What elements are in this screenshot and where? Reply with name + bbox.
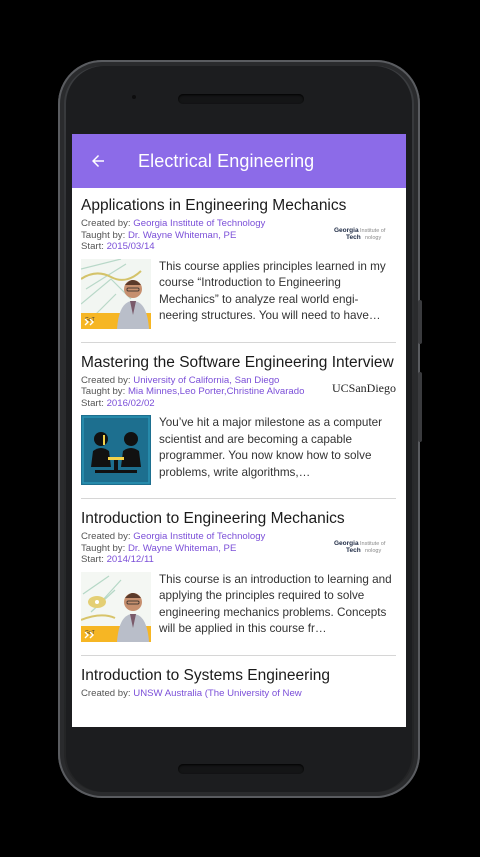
arrow-back-icon [92, 155, 104, 167]
app-bar: Electrical Engineering [72, 134, 406, 188]
course-card[interactable]: Introduction to Systems Engineering Crea… [81, 656, 396, 713]
georgia-tech-logo: Georgia Institute of Tech nology [334, 227, 386, 241]
course-card[interactable]: Applications in Engineering Mechanics Cr… [81, 188, 396, 343]
course-description: This course is an introduction to learni… [159, 572, 392, 636]
created-by-value[interactable]: Georgia Institute of Technology [133, 531, 265, 542]
created-by-value[interactable]: University of California, San Diego [133, 375, 279, 386]
start-date-line: Start: 2015/03/14 [81, 241, 155, 252]
course-description: You’ve hit a major milestone as a comput… [159, 416, 383, 479]
app-screen: Electrical Engineering Applications in E… [72, 134, 406, 727]
svg-text:nology: nology [365, 235, 381, 241]
svg-text:Tech: Tech [346, 547, 361, 554]
taught-by-value[interactable]: Dr. Wayne Whiteman, PE [128, 543, 236, 554]
course-thumbnail[interactable]: GaT [81, 571, 151, 642]
course-title[interactable]: Applications in Engineering Mechanics [81, 196, 396, 216]
power-button[interactable] [418, 300, 422, 344]
earpiece-speaker [178, 94, 304, 104]
georgia-tech-logo: Georgia Institute of Tech nology [334, 540, 386, 554]
created-by-value[interactable]: Georgia Institute of Technology [133, 218, 265, 229]
course-card[interactable]: Mastering the Software Engineering Inter… [81, 343, 396, 499]
taught-by-value[interactable]: Mia Minnes,Leo Porter,Christine Alvarado [128, 386, 305, 397]
course-thumbnail[interactable] [81, 415, 151, 485]
svg-text:Georgia: Georgia [334, 540, 359, 547]
svg-text:Tech: Tech [346, 234, 361, 241]
svg-text:Institute of: Institute of [360, 228, 386, 234]
start-date-value: 2016/02/02 [106, 397, 155, 409]
course-title[interactable]: Introduction to Engineering Mechanics [81, 509, 396, 529]
volume-button[interactable] [418, 372, 422, 442]
svg-text:Institute of: Institute of [360, 541, 386, 547]
created-by-value[interactable]: UNSW Australia (The University of New [133, 688, 301, 699]
taught-by-value[interactable]: Dr. Wayne Whiteman, PE [128, 230, 236, 241]
start-date-value: 2015/03/14 [106, 241, 155, 252]
start-date-line: Start: 2014/12/11 [81, 554, 154, 565]
back-button[interactable] [72, 134, 124, 188]
course-description: This course applies principles learned i… [159, 259, 386, 323]
bottom-speaker [178, 764, 304, 774]
svg-text:Georgia: Georgia [334, 227, 359, 234]
created-by-line: Created by: UNSW Australia (The Universi… [81, 687, 302, 699]
course-list[interactable]: Applications in Engineering Mechanics Cr… [72, 188, 406, 712]
course-title[interactable]: Mastering the Software Engineering Inter… [81, 353, 396, 373]
start-date-value: 2014/12/11 [106, 554, 154, 565]
start-date-line: Start: 2016/02/02 [81, 397, 155, 409]
course-card[interactable]: Introduction to Engineering Mechanics Cr… [81, 499, 396, 656]
course-thumbnail[interactable]: GaT [81, 258, 151, 329]
course-title[interactable]: Introduction to Systems Engineering [81, 666, 396, 686]
page-title: Electrical Engineering [138, 150, 315, 171]
svg-text:nology: nology [365, 548, 381, 554]
front-camera [132, 95, 136, 99]
uc-san-diego-logo: UCSanDiego [332, 380, 396, 395]
